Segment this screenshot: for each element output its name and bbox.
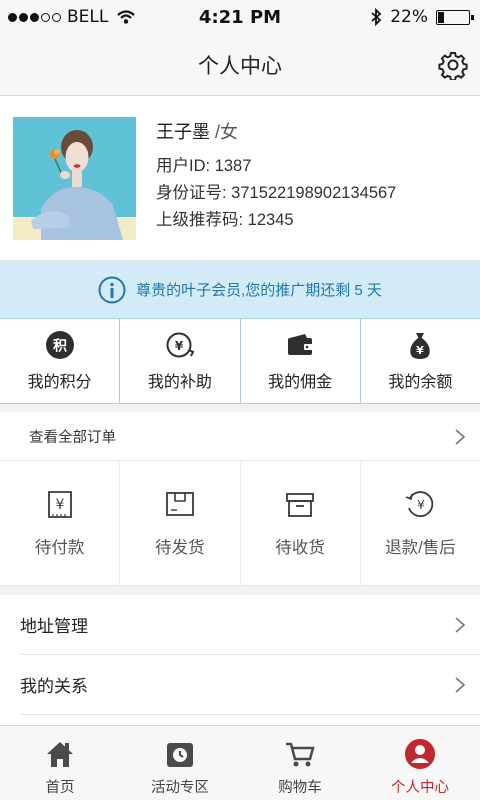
tab-label: 活动专区 [151,780,209,796]
tab-label: 购物车 [278,780,322,796]
order-label: 待收货 [275,539,325,557]
battery-percent: 22% [390,7,428,27]
settings-list: 地址管理 我的关系 [0,595,480,725]
user-name: 王子墨 [156,122,210,142]
home-icon [47,742,73,767]
order-refund-after-sale[interactable]: ¥ 退款/售后 [361,461,480,585]
membership-notice: 尊贵的叶子会员,您的推广期还剩 5 天 [0,261,480,318]
wallet-label: 我的积分 [27,374,92,391]
signal-strength-icon [8,12,61,22]
order-status-grid: ¥ 待付款 待发货 待收货 ¥ 退款/售后 [0,461,480,586]
wallet-item-balance[interactable]: ¥ 我的余额 [361,319,480,403]
address-management-row[interactable]: 地址管理 [20,595,480,655]
activity-icon [167,743,193,767]
carrier-name: BELL [67,7,109,27]
tab-profile[interactable]: 个人中心 [360,726,480,800]
wallet-label: 我的余额 [388,374,453,391]
wallet-item-commission[interactable]: 我的佣金 [241,319,361,403]
menu-label: 地址管理 [20,617,88,636]
referral-code: 上级推荐码: 12345 [156,211,294,229]
points-icon: 积 [45,331,74,359]
order-label: 待付款 [34,539,85,557]
view-all-orders-row[interactable]: 查看全部订单 [0,412,480,461]
wallet-item-subsidy[interactable]: ¥ 我的补助 [120,319,241,403]
money-bag-icon: ¥ [410,333,431,359]
status-time: 4:21 PM [198,6,282,28]
wallet-grid: 积 我的积分 ¥ 我的补助 我的佣金 ¥ 我的余额 [0,318,480,404]
svg-text:¥: ¥ [55,497,64,513]
user-gender: /女 [215,122,239,142]
battery-icon [436,9,474,25]
status-bar: BELL 4:21 PM 22% [0,0,480,34]
navigation-bar: 个人中心 [0,34,480,96]
bluetooth-icon [371,8,382,26]
pending-shipment-icon [165,492,194,516]
view-all-orders-label: 查看全部订单 [29,429,116,446]
chevron-right-icon [455,617,466,633]
cart-icon [286,742,315,767]
wallet-label: 我的补助 [147,374,212,391]
pending-receipt-icon [286,493,315,517]
profile-card: 王子墨 /女 用户ID: 1387 身份证号: 3715221989021345… [0,96,480,261]
avatar[interactable] [13,117,136,240]
profile-icon [405,739,435,769]
menu-label: 我的关系 [20,677,88,696]
tab-label: 首页 [45,780,75,796]
svg-text:¥: ¥ [418,498,426,512]
chevron-right-icon [455,677,466,693]
svg-text:积: 积 [53,338,67,355]
svg-text:¥: ¥ [417,344,425,357]
tab-bar: 首页 活动专区 购物车 个人中心 [0,725,480,800]
tab-home[interactable]: 首页 [0,726,120,800]
subsidy-icon: ¥ [166,332,195,358]
wallet-icon [288,334,314,355]
gear-icon[interactable] [438,50,468,80]
order-pending-shipment[interactable]: 待发货 [120,461,241,585]
wallet-item-points[interactable]: 积 我的积分 [0,319,121,403]
refund-icon: ¥ [406,491,434,517]
order-pending-receipt[interactable]: 待收货 [241,461,361,585]
order-pending-payment[interactable]: ¥ 待付款 [0,461,121,585]
info-icon [98,276,126,303]
svg-text:¥: ¥ [175,339,184,353]
wallet-label: 我的佣金 [268,374,333,391]
notice-text: 尊贵的叶子会员,您的推广期还剩 5 天 [136,282,382,299]
pending-payment-icon: ¥ [47,491,72,518]
chevron-right-icon [455,429,466,445]
order-label: 待发货 [155,539,205,557]
page-title: 个人中心 [198,53,282,78]
order-label: 退款/售后 [385,539,456,557]
tab-cart[interactable]: 购物车 [240,726,360,800]
my-relations-row[interactable]: 我的关系 [20,655,480,715]
id-card-number: 身份证号: 371522198902134567 [156,184,397,202]
wifi-icon [117,10,136,24]
user-id: 用户ID: 1387 [156,157,252,175]
tab-activity[interactable]: 活动专区 [120,726,240,800]
tab-label: 个人中心 [391,780,449,796]
